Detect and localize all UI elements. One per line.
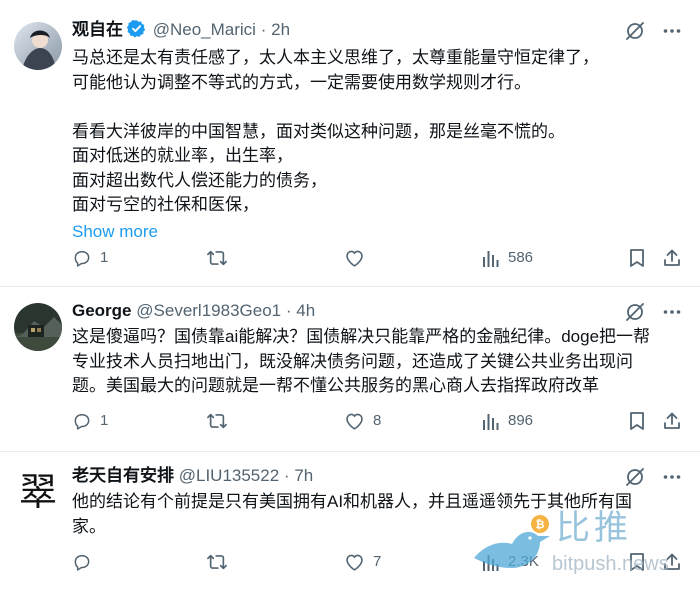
views-button[interactable]: 896 xyxy=(482,411,533,431)
author-name[interactable]: George xyxy=(72,301,132,320)
reply-icon xyxy=(72,411,92,431)
reply-button[interactable]: 1 xyxy=(72,248,108,268)
like-icon xyxy=(344,411,365,431)
text-line: 这是傻逼吗？国债靠ai能解决？国债解决只能靠严格的金融纪律。doge把一帮 xyxy=(72,327,651,346)
avatar-glyph: 翠 xyxy=(18,470,57,514)
avatar[interactable] xyxy=(14,303,62,351)
author-handle[interactable]: @Severl1983Geo1 xyxy=(136,301,281,320)
more-icon[interactable] xyxy=(662,21,682,46)
like-count: 7 xyxy=(373,553,382,570)
more-icon[interactable] xyxy=(662,467,682,492)
post-header: 老天自有安排 @LIU135522 · 7h xyxy=(72,464,590,488)
action-bar: 1 586 xyxy=(72,248,682,272)
text-line: 专业技术人员扫地出门，既没解决债务问题，还造成了关键公共业务出现问 xyxy=(72,351,633,371)
post-text: 马总还是太有责任感了，太人本主义思维了，太尊重能量守恒定律了， 可能他认为调整不… xyxy=(72,46,682,244)
post-time[interactable]: 4h xyxy=(296,301,315,320)
repost-button[interactable] xyxy=(206,552,236,572)
show-more-link[interactable]: Show more xyxy=(72,220,682,244)
more-icon[interactable] xyxy=(662,302,682,327)
like-button[interactable]: 7 xyxy=(344,552,381,572)
bitpush-watermark: ₿ 比推 bitpush.news xyxy=(468,506,700,590)
reply-button[interactable] xyxy=(72,552,100,572)
post-text: 这是傻逼吗？国债靠ai能解决？国债解决只能靠严格的金融纪律。doge把一帮 专业… xyxy=(72,325,682,399)
like-button[interactable] xyxy=(344,248,373,268)
repost-icon xyxy=(206,411,228,431)
share-icon xyxy=(662,248,682,268)
repost-button[interactable] xyxy=(206,248,236,268)
author-name[interactable]: 观自在 xyxy=(72,20,123,39)
separator-dot: · xyxy=(283,466,290,485)
text-line: 面对亏空的社保和医保， xyxy=(72,195,259,214)
action-bar: 1 8 896 xyxy=(72,411,682,435)
text-line: 面对超出数代人偿还能力的债务， xyxy=(72,170,327,190)
share-button[interactable] xyxy=(662,411,682,431)
views-button[interactable]: 586 xyxy=(482,248,533,268)
grok-slash-icon[interactable] xyxy=(624,301,646,328)
text-line: 可能他认为调整不等式的方式，一定需要使用数学规则才行。 xyxy=(72,72,531,92)
post-header: 观自在 @Neo_Marici · 2h xyxy=(72,18,590,45)
reply-button[interactable]: 1 xyxy=(72,411,108,431)
reply-icon xyxy=(72,552,92,572)
post-header: George @Severl1983Geo1 · 4h xyxy=(72,299,590,323)
text-line: 看看大洋彼岸的中国智慧，面对类似这种问题，那是丝毫不慌的。 xyxy=(72,121,565,141)
views-count: 896 xyxy=(508,412,534,429)
views-icon xyxy=(482,411,500,431)
post-top-icons xyxy=(624,20,682,47)
post-1[interactable]: 观自在 @Neo_Marici · 2h 马总还是太有责任感了，太人本主义思维了… xyxy=(0,0,700,287)
share-button[interactable] xyxy=(662,248,682,268)
post-time[interactable]: 7h xyxy=(294,466,313,485)
repost-button[interactable] xyxy=(206,411,236,431)
avatar[interactable] xyxy=(14,22,62,70)
repost-icon xyxy=(206,248,228,268)
like-icon xyxy=(344,248,365,268)
svg-text:₿: ₿ xyxy=(536,519,545,531)
text-line: 马总还是太有责任感了，太人本主义思维了，太尊重能量守恒定律了， xyxy=(72,48,599,67)
like-count: 8 xyxy=(373,412,382,429)
share-icon xyxy=(662,411,682,431)
views-icon xyxy=(482,248,500,268)
bookmark-button[interactable] xyxy=(628,248,646,268)
repost-icon xyxy=(206,552,228,572)
post-time[interactable]: 2h xyxy=(271,20,290,39)
author-handle[interactable]: @Neo_Marici xyxy=(153,20,256,39)
author-name[interactable]: 老天自有安排 xyxy=(72,466,174,485)
separator-dot: · xyxy=(260,20,267,39)
text-line: 题。美国最大的问题就是一帮不懂公共服务的黑心商人去指挥政府改革 xyxy=(72,376,599,395)
post-top-icons xyxy=(624,466,682,493)
bookmark-icon xyxy=(628,248,646,268)
post-top-icons xyxy=(624,301,682,328)
watermark-en: bitpush.news xyxy=(552,553,669,575)
author-handle[interactable]: @LIU135522 xyxy=(179,466,279,485)
like-button[interactable]: 8 xyxy=(344,411,381,431)
avatar[interactable]: 翠 xyxy=(14,468,62,516)
like-icon xyxy=(344,552,365,572)
grok-slash-icon[interactable] xyxy=(624,466,646,493)
text-line xyxy=(72,95,682,120)
watermark-cn: 比推 xyxy=(556,509,632,547)
reply-count: 1 xyxy=(100,412,109,429)
text-line: 面对低迷的就业率，出生率， xyxy=(72,146,293,165)
post-2[interactable]: George @Severl1983Geo1 · 4h 这是傻逼吗？国债靠ai能… xyxy=(0,287,700,452)
verified-badge-icon xyxy=(126,19,146,45)
reply-icon xyxy=(72,248,92,268)
grok-slash-icon[interactable] xyxy=(624,20,646,47)
bookmark-icon xyxy=(628,411,646,431)
separator-dot: · xyxy=(285,301,292,320)
bookmark-button[interactable] xyxy=(628,411,646,431)
views-count: 586 xyxy=(508,249,534,266)
reply-count: 1 xyxy=(100,249,109,266)
